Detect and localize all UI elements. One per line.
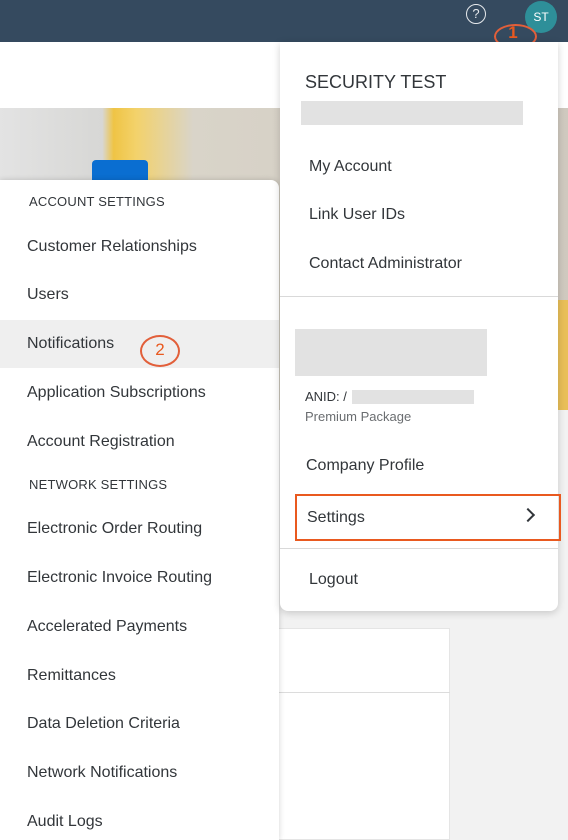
menu-item-data-deletion-criteria[interactable]: Data Deletion Criteria — [0, 700, 279, 748]
menu-item-electronic-invoice-routing[interactable]: Electronic Invoice Routing — [0, 554, 279, 602]
chevron-right-icon — [520, 507, 536, 523]
menu-item-electronic-order-routing[interactable]: Electronic Order Routing — [0, 505, 279, 553]
redacted-company-name — [295, 329, 487, 376]
user-name: SECURITY TEST — [305, 72, 447, 92]
callout-number-1: 1 — [508, 23, 518, 42]
menu-item-remittances[interactable]: Remittances — [0, 652, 279, 700]
logout-button[interactable]: Logout — [280, 556, 558, 604]
help-icon[interactable]: ? — [466, 4, 486, 24]
anid-label: ANID: / — [305, 389, 347, 404]
menu-item-application-subscriptions[interactable]: Application Subscriptions — [0, 369, 279, 417]
redacted-email — [301, 101, 523, 125]
callout-number-2: 2 — [155, 340, 165, 359]
help-glyph: ? — [472, 6, 480, 21]
menu-item-users[interactable]: Users — [0, 271, 279, 319]
background-card-divider — [270, 692, 450, 693]
settings-menu-item[interactable]: Settings — [295, 494, 561, 541]
link-user-ids-link[interactable]: Link User IDs — [280, 191, 558, 239]
avatar-initials: ST — [533, 10, 549, 24]
menu-item-audit-logs[interactable]: Audit Logs — [0, 798, 279, 840]
menu-divider — [280, 548, 558, 549]
my-account-link[interactable]: My Account — [280, 143, 558, 191]
settings-label: Settings — [307, 509, 365, 526]
company-profile-link[interactable]: Company Profile — [280, 442, 558, 490]
menu-divider — [280, 296, 558, 297]
menu-item-network-notifications[interactable]: Network Notifications — [0, 749, 279, 797]
contact-administrator-link[interactable]: Contact Administrator — [280, 240, 558, 288]
search-button-background — [92, 160, 148, 180]
background-card — [270, 628, 450, 840]
section-header-account-settings: ACCOUNT SETTINGS — [29, 194, 165, 209]
menu-item-account-registration[interactable]: Account Registration — [0, 418, 279, 466]
section-header-network-settings: NETWORK SETTINGS — [29, 477, 168, 492]
menu-item-customer-relationships[interactable]: Customer Relationships — [0, 223, 279, 271]
package-label: Premium Package — [305, 409, 412, 424]
redacted-anid — [352, 390, 474, 404]
menu-item-accelerated-payments[interactable]: Accelerated Payments — [0, 603, 279, 651]
